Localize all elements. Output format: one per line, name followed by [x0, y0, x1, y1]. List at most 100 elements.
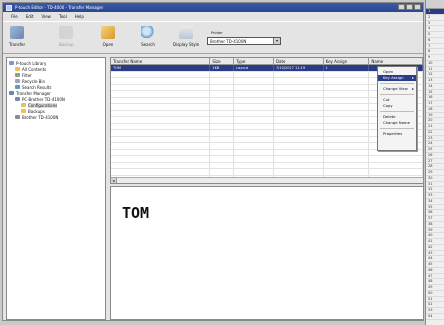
empty-cell [210, 136, 235, 142]
column-header[interactable]: Transfer Name [111, 58, 211, 64]
chevron-down-icon[interactable]: ▾ [273, 38, 280, 44]
column-header[interactable]: Size [210, 58, 235, 64]
backup-button[interactable]: Backup [59, 26, 74, 47]
empty-cell [210, 123, 235, 129]
context-menu-item[interactable]: Key Assign ▸ [378, 75, 416, 81]
context-menu-label: Change View [383, 86, 408, 91]
empty-cell [274, 110, 324, 116]
tree-item-label: Search Results [22, 84, 52, 90]
context-menu-item[interactable]: Change Name [378, 120, 416, 126]
context-menu-item[interactable]: Change View ▸ [378, 86, 416, 92]
pc-icon [15, 97, 20, 101]
empty-cell [274, 97, 324, 103]
empty-cell [324, 143, 370, 149]
empty-cell [324, 78, 370, 84]
empty-cell [274, 84, 324, 90]
table-cell: Layout [234, 65, 274, 71]
empty-cell [234, 71, 274, 77]
context-menu-item[interactable]: Properties [378, 131, 416, 137]
tree-item-label: All Contents [22, 66, 47, 72]
empty-cell [234, 91, 274, 97]
empty-cell [274, 143, 324, 149]
empty-cell [324, 169, 370, 175]
transfer-icon [10, 26, 25, 39]
empty-cell [274, 91, 324, 97]
empty-cell [274, 136, 324, 142]
empty-cell [111, 143, 211, 149]
minimize-button[interactable] [398, 4, 405, 10]
empty-cell [210, 169, 235, 175]
open-button[interactable]: Open [101, 26, 115, 47]
tree-item-label: P-touch Library [16, 60, 47, 66]
empty-cell [111, 130, 211, 136]
tree-item-label: Brother TD-4100N [22, 114, 59, 120]
ruler-row: 54 [426, 314, 444, 320]
empty-cell [210, 104, 235, 110]
folder-icon [21, 103, 26, 107]
empty-cell [111, 91, 211, 97]
empty-cell [210, 71, 235, 77]
menu-item-edit[interactable]: Edit [26, 14, 34, 19]
empty-cell [210, 143, 235, 149]
empty-cell [274, 104, 324, 110]
display-style-button[interactable]: Display Style [173, 26, 199, 47]
empty-cell [274, 78, 324, 84]
empty-cell [210, 110, 235, 116]
empty-cell [274, 130, 324, 136]
empty-cell [111, 117, 211, 123]
empty-cell [324, 156, 370, 162]
empty-cell [111, 84, 211, 90]
empty-cell [324, 104, 370, 110]
printer-select[interactable]: Brother TD-4100N ▾ [207, 37, 281, 45]
horizontal-scrollbar[interactable]: ◂ [111, 177, 423, 183]
context-menu-label: Properties [383, 131, 403, 136]
menu-separator [380, 94, 414, 95]
tree-item-label: Configurations [28, 102, 58, 108]
column-header[interactable]: Date [274, 58, 324, 64]
menu-separator [380, 111, 414, 112]
empty-cell [234, 156, 274, 162]
app-icon [6, 4, 12, 11]
empty-cell [111, 123, 211, 129]
recycle-bin-icon [15, 79, 20, 83]
toolbar: Transfer Backup Open Search Display Styl… [3, 21, 423, 54]
preview-pane: TOM [110, 186, 424, 320]
empty-cell [210, 149, 235, 155]
column-header[interactable]: Name [369, 58, 423, 64]
empty-cell [234, 117, 274, 123]
close-button[interactable] [414, 4, 421, 10]
tree-item-label: Backups [28, 108, 45, 114]
menu-item-file[interactable]: File [11, 14, 18, 19]
context-menu-label: Cut [383, 97, 390, 102]
empty-cell [324, 110, 370, 116]
context-menu-item[interactable]: Copy [378, 103, 416, 109]
scroll-left-icon[interactable]: ◂ [111, 178, 117, 183]
column-header[interactable]: Type [234, 58, 274, 64]
empty-cell [234, 130, 274, 136]
tree-item-label: Transfer Manager [16, 90, 51, 96]
context-menu-label: Open [383, 69, 394, 74]
empty-cell [274, 71, 324, 77]
menu-item-view[interactable]: View [41, 14, 51, 19]
tree-item[interactable]: Brother TD-4100N [9, 114, 105, 120]
filter-icon [15, 73, 20, 77]
empty-cell [324, 91, 370, 97]
empty-cell [234, 78, 274, 84]
transfer-button[interactable]: Transfer [9, 26, 25, 47]
display-style-icon [179, 26, 194, 39]
empty-cell [274, 123, 324, 129]
chevron-right-icon: ▸ [412, 75, 414, 80]
menu-separator [380, 83, 414, 84]
menu-item-help[interactable]: Help [75, 14, 84, 19]
empty-cell [234, 110, 274, 116]
menu-separator [380, 128, 414, 129]
empty-cell [234, 97, 274, 103]
search-icon [141, 26, 155, 39]
empty-cell [111, 97, 211, 103]
maximize-button[interactable] [406, 4, 413, 10]
empty-cell [324, 71, 370, 77]
menu-item-tool[interactable]: Tool [59, 14, 67, 19]
column-header[interactable]: Key Assign [324, 58, 370, 64]
search-button[interactable]: Search [141, 26, 155, 47]
empty-cell [234, 136, 274, 142]
